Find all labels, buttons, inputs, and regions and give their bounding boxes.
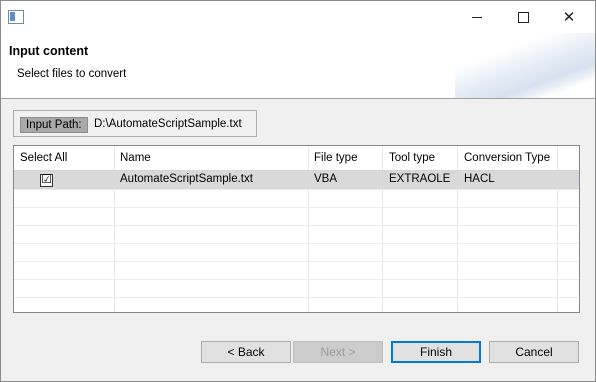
cell-conversion-type: HACL [464,173,495,185]
minimize-icon [472,16,482,18]
column-header-select-all[interactable]: Select All [20,152,67,164]
header-banner-graphic [455,33,595,98]
checkmark-icon: ☑ [41,172,52,186]
row-divider [14,261,579,262]
minimize-button[interactable] [454,1,500,33]
row-divider [14,225,579,226]
input-path-value: D:\AutomateScriptSample.txt [94,118,242,130]
page-subtitle: Select files to convert [17,68,127,80]
cell-name: AutomateScriptSample.txt [120,173,253,185]
close-button[interactable]: ✕ [546,1,592,33]
close-icon: ✕ [562,9,576,26]
file-table: Select All Name File type Tool type Conv… [13,145,580,313]
row-divider [14,297,579,298]
column-header-tool-type[interactable]: Tool type [389,152,435,164]
app-icon [8,10,24,24]
input-path-label: Input Path: [20,117,88,133]
next-button[interactable]: Next > [293,341,383,363]
row-divider [14,279,579,280]
cancel-button[interactable]: Cancel [489,341,579,363]
cell-tool-type: EXTRAOLE [389,173,451,185]
wizard-header: Input content Select files to convert [1,33,595,99]
column-header-name[interactable]: Name [120,152,151,164]
row-checkbox[interactable]: ☑ [40,172,53,187]
row-divider [14,189,579,190]
column-header-conversion-type[interactable]: Conversion Type [464,152,550,164]
maximize-button[interactable] [500,1,546,33]
row-divider [14,207,579,208]
row-divider [14,243,579,244]
back-button[interactable]: < Back [201,341,291,363]
column-header-file-type[interactable]: File type [314,152,357,164]
page-title: Input content [9,44,89,58]
input-path-group: Input Path: D:\AutomateScriptSample.txt [13,110,257,137]
finish-button[interactable]: Finish [391,341,481,363]
maximize-icon [517,11,529,23]
cell-file-type: VBA [314,173,338,185]
